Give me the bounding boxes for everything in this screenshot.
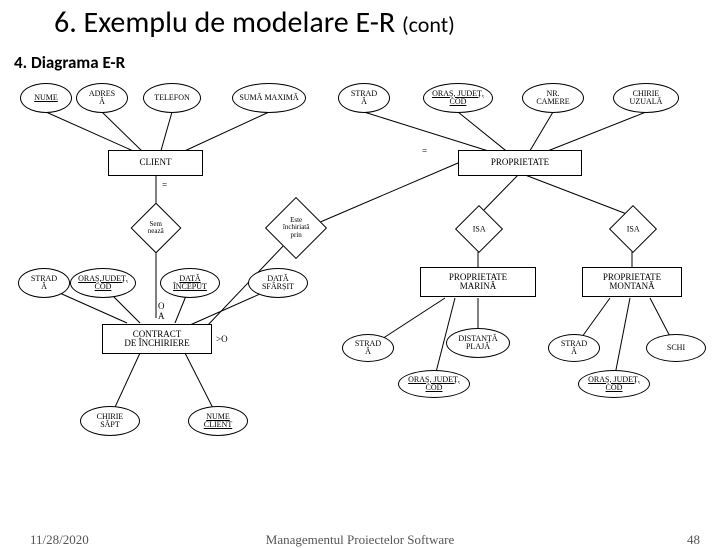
attr-chirie-sapt: CHIRIESĂPT bbox=[80, 406, 140, 436]
attr-adresa: ADRESĂ bbox=[76, 83, 128, 113]
entity-proprietate-montana: PROPRIETATEMONTANĂ bbox=[582, 267, 682, 297]
attr-chirie-uzuala: CHIRIEUZUALĂ bbox=[613, 83, 679, 113]
footer-page: 48 bbox=[687, 532, 700, 548]
attr-oras-cod-1: ORAȘ, JUDEȚ,COD bbox=[423, 83, 493, 113]
cardinality-label: >O bbox=[216, 334, 228, 344]
attr-oras-cod-3: ORAȘ, JUDEȚ,COD bbox=[398, 370, 470, 398]
footer-title: Managementul Proiectelor Software bbox=[0, 532, 720, 548]
attr-nr-camere: NR.CAMERE bbox=[522, 83, 584, 113]
cardinality-label: = bbox=[162, 180, 167, 190]
attr-nume: NUME bbox=[20, 83, 72, 113]
er-diagram: NUME ADRESĂ TELEFON SUMĂ MAXIMĂ STRADĂ O… bbox=[10, 78, 710, 498]
attr-schi: SCHI bbox=[646, 334, 706, 362]
title-main: 6. Exemplu de modelare E-R bbox=[54, 4, 395, 41]
page-title: 6. Exemplu de modelare E-R (cont) bbox=[54, 4, 455, 41]
attr-data-inceput: DATĂÎNCEPUT bbox=[160, 268, 220, 298]
attr-oras-cod-4: ORAȘ, JUDEȚ,COD bbox=[578, 370, 650, 398]
title-cont: (cont) bbox=[402, 11, 455, 38]
entity-proprietate: PROPRIETATE bbox=[458, 150, 582, 176]
attr-strada-1: STRADĂ bbox=[338, 83, 390, 113]
attr-oras-cod-2: ORAȘ,JUDEȚ,COD bbox=[70, 268, 136, 298]
cardinality-label: = bbox=[422, 146, 427, 156]
attr-data-sfarsit: DATĂSFÂRȘIT bbox=[248, 268, 308, 298]
entity-client: CLIENT bbox=[108, 150, 203, 176]
entity-contract: CONTRACTDE ÎNCHIRIERE bbox=[102, 324, 212, 354]
page-subtitle: 4. Diagrama E-R bbox=[14, 52, 125, 73]
attr-strada-3: STRADĂ bbox=[342, 334, 394, 362]
attr-telefon: TELEFON bbox=[143, 83, 201, 113]
attr-strada-2: STRADĂ bbox=[18, 268, 70, 298]
attr-strada-4: STRADĂ bbox=[548, 334, 600, 362]
entity-proprietate-marina: PROPRIETATEMARINĂ bbox=[420, 267, 536, 297]
cardinality-label: OA bbox=[158, 301, 165, 321]
attr-nume-client: NUMECLIENT bbox=[188, 406, 248, 436]
attr-suma-maxima: SUMĂ MAXIMĂ bbox=[232, 83, 306, 113]
attr-distanta-plaja: DISTANȚĂPLAJĂ bbox=[446, 328, 510, 358]
